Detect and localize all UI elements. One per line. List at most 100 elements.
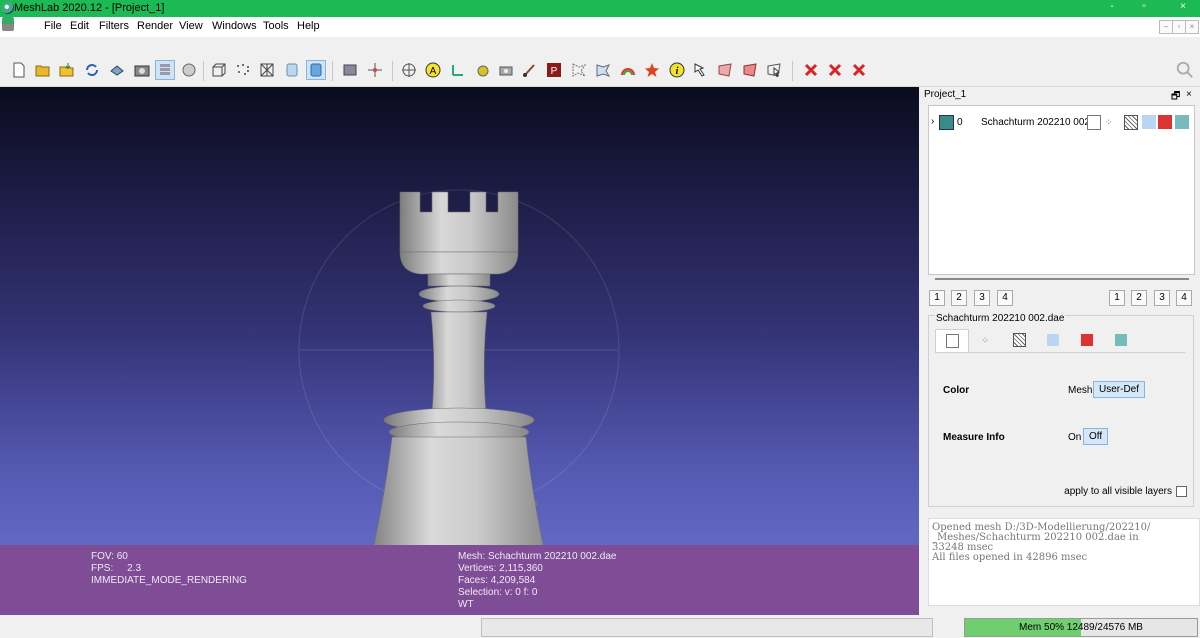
mesh-name-text: Mesh: Schachturm 202210 002.dae bbox=[458, 551, 617, 562]
tab-texture[interactable] bbox=[1105, 329, 1137, 351]
memory-bar: Mem 50% 12489/24576 MB bbox=[964, 618, 1198, 637]
select-vertices-icon[interactable] bbox=[570, 61, 588, 79]
vertices-text: Vertices: 2,115,360 bbox=[458, 563, 543, 574]
mdi-restore-button[interactable]: ▫ bbox=[1172, 20, 1186, 34]
splitter[interactable] bbox=[935, 278, 1189, 280]
rainbow-icon[interactable] bbox=[619, 61, 637, 79]
menu-edit[interactable]: Edit bbox=[70, 20, 89, 32]
axis-icon[interactable] bbox=[449, 61, 467, 79]
menu-bar: File Edit Filters Render View Windows To… bbox=[0, 17, 1200, 37]
tab-points[interactable]: ⁘ bbox=[969, 329, 1001, 351]
app-menu-icon[interactable] bbox=[2, 17, 14, 31]
delete-selection-icon[interactable] bbox=[850, 61, 868, 79]
layer-wire-icon[interactable] bbox=[1124, 115, 1138, 130]
measure-on-option[interactable]: On bbox=[1068, 432, 1081, 443]
layer-points-icon[interactable]: ⁘ bbox=[1105, 117, 1113, 128]
select-cursor-icon[interactable] bbox=[765, 61, 783, 79]
viewport-info-bar: FOV: 60 FPS: 2.3 IMMEDIATE_MODE_RENDERIN… bbox=[0, 545, 919, 615]
tab-bbox[interactable] bbox=[935, 329, 969, 352]
points-icon[interactable] bbox=[234, 61, 252, 79]
paint-icon[interactable] bbox=[473, 61, 491, 79]
menu-windows[interactable]: Windows bbox=[212, 20, 257, 32]
float-panel-button[interactable]: 🗗 bbox=[1171, 89, 1180, 106]
mdi-close-button[interactable]: × bbox=[1185, 20, 1199, 34]
tab-color[interactable] bbox=[1071, 329, 1103, 351]
ruler-icon[interactable] bbox=[180, 61, 198, 79]
title-bar: MeshLab 2020.12 - [Project_1] - ▫ × bbox=[0, 0, 1200, 17]
paint-p-icon[interactable]: P bbox=[545, 61, 563, 79]
camera-icon[interactable] bbox=[497, 61, 515, 79]
layer-color-icon[interactable] bbox=[1158, 115, 1172, 129]
apply-all-checkbox[interactable] bbox=[1176, 486, 1187, 497]
wireframe-icon[interactable] bbox=[258, 61, 276, 79]
tab-solid[interactable] bbox=[1037, 329, 1069, 351]
mdi-minimize-button[interactable]: – bbox=[1159, 20, 1173, 34]
delete-vertices-icon[interactable] bbox=[802, 61, 820, 79]
expand-icon[interactable]: › bbox=[931, 116, 934, 127]
export-mesh-icon[interactable] bbox=[108, 61, 126, 79]
3d-viewport[interactable]: FOV: 60 FPS: 2.3 IMMEDIATE_MODE_RENDERIN… bbox=[0, 87, 919, 615]
select-area-icon[interactable] bbox=[741, 61, 759, 79]
flat-shading-icon[interactable] bbox=[283, 61, 301, 79]
main-toolbar: A P i bbox=[0, 55, 1200, 87]
menu-filters[interactable]: Filters bbox=[99, 20, 129, 32]
close-button[interactable]: × bbox=[1176, 1, 1190, 12]
view-button-r1[interactable]: 1 bbox=[1109, 290, 1125, 306]
color-userdef-option[interactable]: User-Def bbox=[1093, 381, 1146, 398]
log-window: Opened mesh D:/3D-Modellierung/202210/_M… bbox=[928, 518, 1200, 606]
maximize-button[interactable]: ▫ bbox=[1137, 1, 1151, 12]
fps-text: FPS: 2.3 bbox=[91, 563, 142, 574]
new-project-icon[interactable] bbox=[10, 61, 28, 79]
layer-flat-icon[interactable] bbox=[1142, 115, 1156, 129]
layers-icon[interactable] bbox=[155, 60, 175, 80]
brush-icon[interactable] bbox=[521, 61, 539, 79]
meshlab-logo-icon bbox=[2, 2, 14, 14]
align-icon[interactable] bbox=[341, 61, 359, 79]
reload-icon[interactable] bbox=[83, 61, 101, 79]
color-mesh-option[interactable]: Mesh bbox=[1068, 385, 1092, 396]
view-button-r4[interactable]: 4 bbox=[1176, 290, 1192, 306]
bbox-icon[interactable] bbox=[210, 61, 228, 79]
menu-file[interactable]: File bbox=[44, 20, 62, 32]
progress-bar bbox=[481, 618, 933, 637]
menu-render[interactable]: Render bbox=[137, 20, 173, 32]
georef-icon[interactable] bbox=[643, 61, 661, 79]
layer-row[interactable]: › 0 Schachturm 202210 002 ⁘ bbox=[929, 115, 1194, 133]
apply-all-row: apply to all visible layers bbox=[1064, 486, 1187, 497]
trackball-icon[interactable] bbox=[366, 61, 384, 79]
layer-texture-icon[interactable] bbox=[1175, 115, 1189, 129]
view-button-4[interactable]: 4 bbox=[997, 290, 1013, 306]
crosshair-icon[interactable] bbox=[400, 61, 418, 79]
import-mesh-icon[interactable] bbox=[58, 61, 76, 79]
view-button-3[interactable]: 3 bbox=[974, 290, 990, 306]
menu-help[interactable]: Help bbox=[297, 20, 320, 32]
info-icon[interactable]: i bbox=[668, 61, 686, 79]
tab-wireframe[interactable] bbox=[1003, 329, 1035, 351]
smooth-shading-icon[interactable] bbox=[306, 60, 326, 80]
minimize-button[interactable]: - bbox=[1105, 1, 1119, 12]
snapshot-icon[interactable] bbox=[133, 61, 151, 79]
menu-view[interactable]: View bbox=[179, 20, 203, 32]
menu-tools[interactable]: Tools bbox=[263, 20, 289, 32]
toolbar-separator bbox=[392, 61, 393, 81]
render-settings-content: Color Mesh User-Def Measure Info On Off bbox=[935, 352, 1185, 467]
delete-faces-icon[interactable] bbox=[826, 61, 844, 79]
select-faces-icon[interactable] bbox=[594, 61, 612, 79]
view-button-r3[interactable]: 3 bbox=[1154, 290, 1170, 306]
layer-bbox-icon[interactable] bbox=[1087, 115, 1101, 130]
memory-text: Mem 50% 12489/24576 MB bbox=[1019, 622, 1143, 633]
search-icon[interactable] bbox=[1174, 59, 1196, 81]
layer-index: 0 bbox=[957, 117, 963, 128]
select-connected-icon[interactable] bbox=[716, 61, 734, 79]
view-button-2[interactable]: 2 bbox=[951, 290, 967, 306]
measure-off-option[interactable]: Off bbox=[1083, 428, 1109, 445]
render-tabs: ⁘ bbox=[935, 329, 1185, 352]
pick-point-icon[interactable] bbox=[692, 61, 710, 79]
visibility-eye-icon[interactable] bbox=[939, 115, 954, 130]
view-button-1[interactable]: 1 bbox=[929, 290, 945, 306]
view-button-r2[interactable]: 2 bbox=[1131, 290, 1147, 306]
close-panel-button[interactable]: × bbox=[1186, 89, 1192, 100]
open-project-icon[interactable] bbox=[34, 61, 52, 79]
toolbar-separator bbox=[203, 61, 204, 81]
annotate-icon[interactable]: A bbox=[424, 61, 442, 79]
